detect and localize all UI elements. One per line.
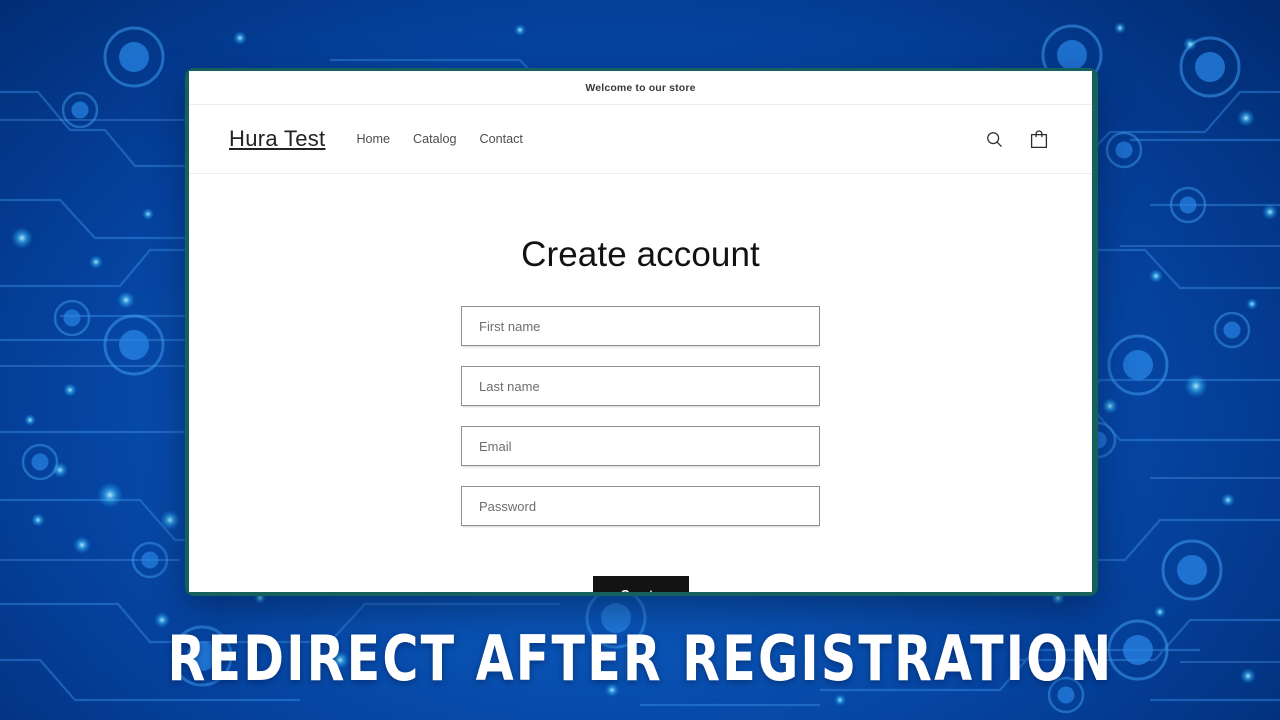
last-name-input[interactable]: [461, 366, 820, 406]
site-header: Hura Test Home Catalog Contact: [189, 105, 1092, 174]
page-title: Create account: [521, 235, 760, 274]
main-content: Create account Create: [189, 174, 1092, 592]
main-navigation: Home Catalog Contact: [356, 132, 522, 146]
site-logo[interactable]: Hura Test: [229, 126, 325, 152]
create-account-form: Create: [461, 306, 820, 592]
search-button[interactable]: [983, 128, 1006, 151]
create-account-button[interactable]: Create: [592, 576, 689, 592]
nav-link-catalog[interactable]: Catalog: [413, 132, 456, 146]
first-name-input[interactable]: [461, 306, 820, 346]
cart-icon: [1030, 129, 1047, 148]
nav-link-contact[interactable]: Contact: [479, 132, 522, 146]
cart-button[interactable]: [1027, 128, 1050, 151]
header-actions: [983, 128, 1050, 151]
screenshot-stage: Welcome to our store Hura Test Home Cata…: [0, 0, 1280, 720]
announcement-bar: Welcome to our store: [189, 71, 1092, 105]
form-actions: Create: [461, 576, 820, 592]
nav-link-home[interactable]: Home: [356, 132, 390, 146]
announcement-text: Welcome to our store: [585, 81, 696, 94]
password-input[interactable]: [461, 486, 820, 526]
browser-viewport: Welcome to our store Hura Test Home Cata…: [189, 71, 1092, 592]
banner: Redirect after registration: [0, 612, 1280, 704]
banner-headline: Redirect after registration: [167, 621, 1113, 695]
search-icon: [987, 131, 1002, 147]
email-input[interactable]: [461, 426, 820, 466]
